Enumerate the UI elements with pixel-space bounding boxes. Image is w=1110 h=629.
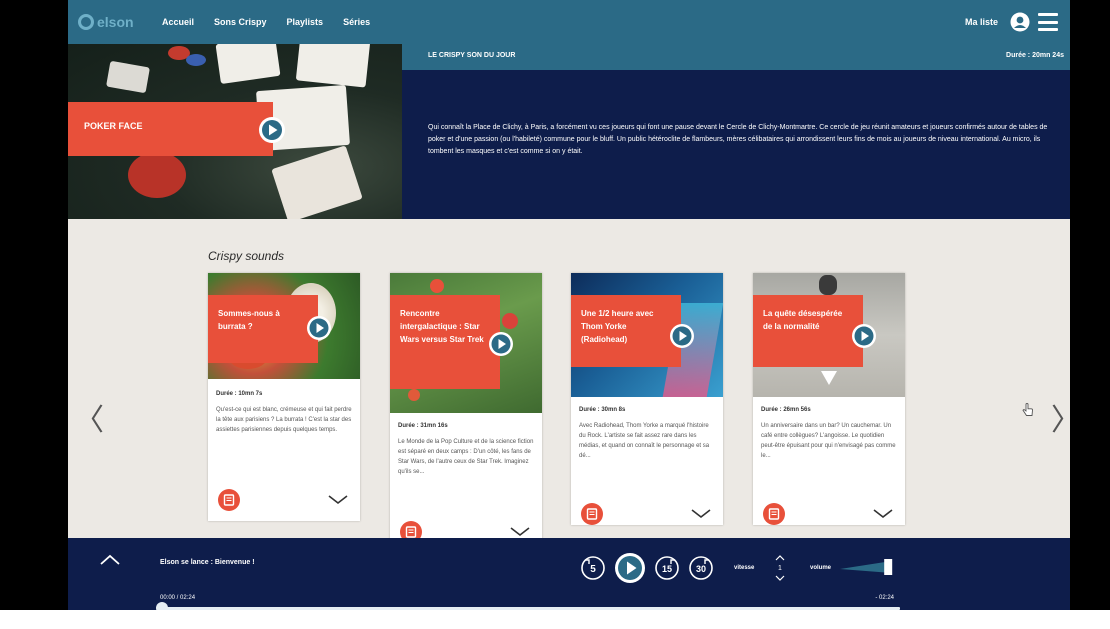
volume-slider[interactable]: [840, 557, 900, 577]
notes-icon[interactable]: [581, 503, 603, 525]
svg-text:15: 15: [662, 564, 672, 574]
bottom-strip: [0, 610, 1110, 629]
nav-link-series[interactable]: Séries: [343, 17, 370, 27]
carousel-next-icon[interactable]: 〉: [1051, 395, 1070, 439]
letterbox-left: [0, 0, 68, 610]
card-body: Durée : 26mn 56s Un anniversaire dans un…: [753, 407, 905, 461]
playing-card: [106, 60, 150, 94]
logo-text: elson: [97, 14, 134, 30]
video-frame: elson Accueil Sons Crispy Playlists Séri…: [0, 0, 1110, 629]
playing-card: [215, 44, 281, 84]
card-duration: Durée : 10mn 7s: [216, 391, 263, 397]
card-title[interactable]: Rencontre intergalactique : Star Wars ve…: [390, 295, 500, 389]
hamburger-menu-icon[interactable]: [1038, 13, 1058, 31]
nav-link-home[interactable]: Accueil: [162, 17, 194, 27]
hero-title[interactable]: POKER FACE: [68, 102, 273, 156]
card-description: Le Monde de la Pop Culture et de la scie…: [398, 439, 534, 475]
chevron-up-icon[interactable]: [100, 554, 120, 566]
logo[interactable]: elson: [78, 14, 142, 30]
remaining-time: - 02:24: [875, 595, 894, 601]
audio-player: Elson se lance : Bienvenue ! 5 15 30 vit…: [68, 538, 1070, 610]
svg-text:30: 30: [696, 564, 706, 574]
chevron-down-icon[interactable]: [873, 509, 893, 519]
hero-duration: Durée : 20mn 24s: [1006, 52, 1064, 59]
player-track-title: Elson se lance : Bienvenue !: [160, 559, 255, 566]
sound-card[interactable]: Sommes-nous à burrata ? Durée : 10mn 7s …: [208, 273, 360, 521]
card-title[interactable]: Sommes-nous à burrata ?: [208, 295, 318, 363]
sound-card[interactable]: Une 1/2 heure avec Thom Yorke (Radiohead…: [571, 273, 723, 525]
playing-card: [295, 44, 371, 88]
top-nav: elson Accueil Sons Crispy Playlists Séri…: [68, 0, 1070, 44]
forward-15-icon[interactable]: 15: [654, 555, 680, 581]
nav-link-crispy[interactable]: Sons Crispy: [214, 17, 267, 27]
chevron-down-icon[interactable]: [328, 495, 348, 505]
chevron-down-icon[interactable]: [691, 509, 711, 519]
section-title: Crispy sounds: [208, 249, 285, 263]
notes-icon[interactable]: [218, 489, 240, 511]
hand-cursor-icon: [1022, 403, 1033, 416]
rewind-5-icon[interactable]: 5: [580, 555, 606, 581]
user-icon[interactable]: [1010, 12, 1030, 32]
card-title[interactable]: La quête désespérée de la normalité: [753, 295, 863, 367]
poker-chip-stack: [128, 152, 186, 198]
sound-card[interactable]: Rencontre intergalactique : Star Wars ve…: [390, 273, 542, 545]
hero-info-panel: LE CRISPY SON DU JOUR Durée : 20mn 24s Q…: [402, 44, 1070, 219]
speed-value: 1: [778, 565, 782, 572]
chevron-down-icon[interactable]: [510, 527, 530, 537]
card-title[interactable]: Une 1/2 heure avec Thom Yorke (Radiohead…: [571, 295, 681, 367]
current-time: 00:00 / 02:24: [160, 595, 196, 601]
flower: [502, 313, 518, 329]
svg-text:5: 5: [590, 564, 596, 575]
hero-description: Qui connaît la Place de Clichy, à Paris,…: [428, 124, 1048, 155]
section-tag: LE CRISPY SON DU JOUR: [428, 52, 516, 59]
sound-card[interactable]: La quête désespérée de la normalité Duré…: [753, 273, 905, 525]
my-list-link[interactable]: Ma liste: [965, 17, 998, 27]
card-duration: Durée : 31mn 16s: [398, 423, 448, 429]
play-icon[interactable]: [851, 323, 877, 349]
nav-link-playlists[interactable]: Playlists: [287, 17, 324, 27]
card-body: Durée : 31mn 16s Le Monde de la Pop Cult…: [390, 423, 542, 477]
card-duration: Durée : 30mn 8s: [579, 407, 626, 413]
logo-ring-icon: [78, 14, 94, 30]
player-controls: 5 15 30: [580, 552, 722, 584]
play-icon[interactable]: [614, 552, 646, 584]
hero-info-bar: LE CRISPY SON DU JOUR Durée : 20mn 24s: [402, 44, 1070, 70]
nav-right: Ma liste: [965, 0, 1058, 44]
play-icon[interactable]: [306, 315, 332, 341]
card-description: Un anniversaire dans un bar? Un cauchema…: [761, 423, 896, 459]
card-body: Durée : 10mn 7s Qu'est-ce qui est blanc,…: [208, 391, 360, 435]
hand-with-cards: [271, 145, 363, 219]
speed-label: vitesse: [734, 565, 755, 571]
hero-play-icon[interactable]: [258, 116, 286, 144]
card-description: Avec Radiohead, Thom Yorke a marqué l'hi…: [579, 423, 710, 459]
notes-icon[interactable]: [763, 503, 785, 525]
menu-bar: [1038, 20, 1058, 24]
forward-30-icon[interactable]: 30: [688, 555, 714, 581]
arrow-marker: [821, 371, 837, 385]
poker-chip: [186, 54, 206, 66]
menu-bar: [1038, 13, 1058, 16]
play-icon[interactable]: [488, 331, 514, 357]
letterbox-right: [1070, 0, 1110, 610]
volume-label: volume: [810, 565, 832, 571]
flower: [430, 279, 444, 293]
menu-bar: [1038, 28, 1058, 31]
person-silhouette: [819, 275, 837, 295]
progress-handle[interactable]: [156, 602, 168, 610]
card-description: Qu'est-ce qui est blanc, crémeuse et qui…: [216, 407, 352, 433]
card-duration: Durée : 26mn 56s: [761, 407, 811, 413]
play-icon[interactable]: [669, 323, 695, 349]
card-body: Durée : 30mn 8s Avec Radiohead, Thom Yor…: [571, 407, 723, 461]
carousel-prev-icon[interactable]: 〈: [74, 395, 104, 439]
flower: [408, 389, 420, 401]
app-window: elson Accueil Sons Crispy Playlists Séri…: [68, 0, 1070, 610]
